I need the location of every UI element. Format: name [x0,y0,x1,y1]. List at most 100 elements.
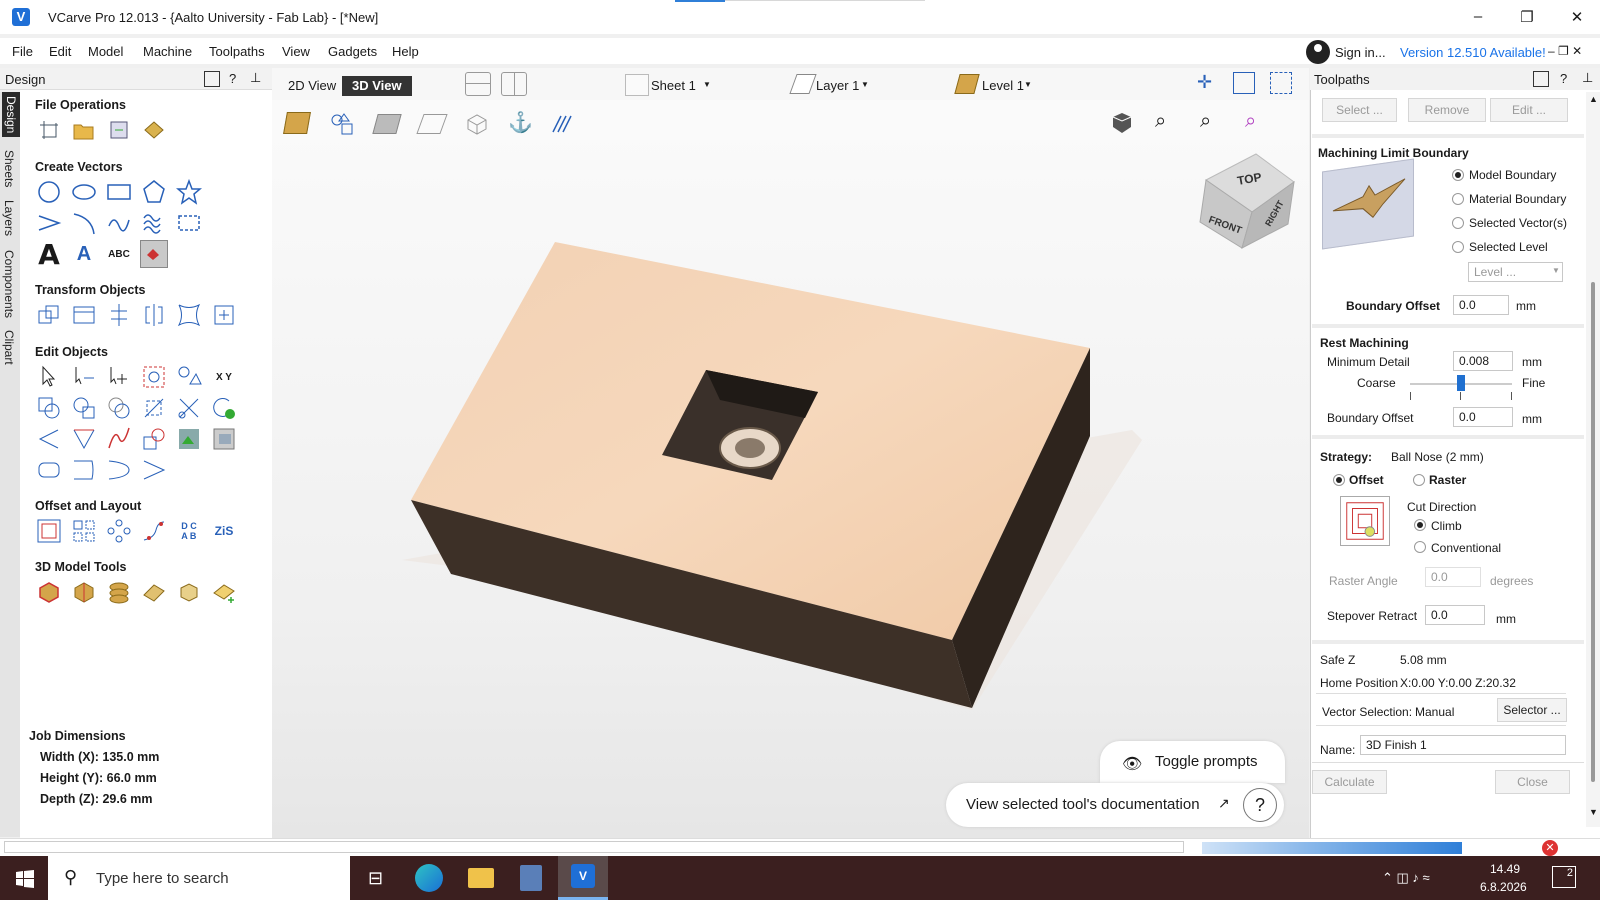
taskbar-search-box[interactable]: ⚲ Type here to search [48,856,350,900]
clock-time[interactable]: 14.49 [1490,862,1520,876]
sheet-chevron-icon[interactable]: ▼ [703,80,711,89]
level-select[interactable]: Level ... [1468,262,1563,282]
measure-xy-icon[interactable]: X Y [210,363,238,391]
scroll-down-icon[interactable]: ▼ [1589,807,1598,817]
menu-file[interactable]: File [12,44,33,59]
detail-slider-thumb[interactable] [1457,375,1465,391]
minimize-button[interactable]: – [1463,8,1493,28]
tab-2d-view[interactable]: 2D View [278,76,346,96]
calculator-icon[interactable] [520,865,542,891]
maximize-button[interactable]: ❐ [1512,8,1542,28]
vcarve-taskbar-button[interactable]: V [558,856,608,900]
model-slice-icon[interactable] [70,578,98,606]
close-button[interactable]: ✕ [1562,8,1592,28]
draw-circle-icon[interactable] [35,178,63,206]
selected-vectors-radio[interactable] [1452,217,1464,229]
sheet-dropdown[interactable]: Sheet 1 [651,78,696,93]
layer-dropdown[interactable]: Layer 1 [816,78,859,93]
block-layout-icon[interactable]: D CA B [175,517,203,545]
selected-level-radio[interactable] [1452,241,1464,253]
toolpaths-scrollbar[interactable]: ▲ ▼ [1586,92,1600,827]
material-boundary-radio[interactable] [1452,193,1464,205]
notifications-icon[interactable]: 2 [1552,866,1576,888]
tab-sheets[interactable]: Sheets [2,150,16,187]
rest-boundary-offset-input[interactable]: 0.0 [1453,407,1513,427]
tab-design[interactable]: Design [2,92,20,138]
select-similar-icon[interactable] [175,363,203,391]
draw-polygon-icon[interactable] [140,178,168,206]
set-size-icon[interactable] [70,301,98,329]
select-toolpath-button[interactable]: Select ... [1322,98,1397,122]
level-dropdown[interactable]: Level 1 [982,78,1024,93]
help-circle-icon[interactable]: ? [1243,788,1277,822]
close-toolpath-button[interactable]: Close [1495,770,1570,794]
model-tile-icon[interactable] [140,578,168,606]
trace-bitmap-icon[interactable] [140,240,168,268]
toggle-prompts-button[interactable]: 👁 Toggle prompts [1100,741,1285,783]
offset-strategy-radio[interactable] [1333,474,1345,486]
text-on-curve-icon[interactable]: ABC [105,240,133,268]
clock-date[interactable]: 6.8.2026 [1480,880,1527,894]
tab-components[interactable]: Components [2,250,16,318]
weld-icon[interactable] [35,394,63,422]
align-icon[interactable] [105,301,133,329]
3d-scene[interactable] [272,100,1309,838]
offset-corner-icon[interactable] [70,456,98,484]
cancel-progress-icon[interactable]: ✕ [1542,840,1558,856]
restore-down-icon[interactable]: – ❐ ✕ [1548,44,1582,58]
array-copy-icon[interactable] [70,517,98,545]
tab-clipart[interactable]: Clipart [2,330,16,365]
toolpaths-autohide-icon[interactable] [1533,71,1549,87]
menu-edit[interactable]: Edit [49,44,71,59]
menu-gadgets[interactable]: Gadgets [328,44,377,59]
detail-slider[interactable] [1410,375,1512,391]
split-vertical-icon[interactable] [501,72,527,96]
windows-start-icon[interactable] [16,870,34,888]
draw-curve-icon[interactable] [105,209,133,237]
node-edit-icon[interactable] [70,363,98,391]
climb-radio[interactable] [1414,519,1426,531]
offset-icon[interactable] [35,517,63,545]
level-select-chevron-icon[interactable]: ▼ [1552,266,1560,275]
tab-3d-view[interactable]: 3D View [342,76,412,96]
fillet-icon[interactable] [35,425,63,453]
draw-star-icon[interactable] [175,178,203,206]
scroll-up-icon[interactable]: ▲ [1589,94,1598,104]
bitmap-icon[interactable] [210,425,238,453]
trim-icon[interactable] [140,394,168,422]
menu-help[interactable]: Help [392,44,419,59]
nesting-icon[interactable]: ZiS [210,517,238,545]
scroll-thumb[interactable] [1591,282,1595,782]
toolpaths-pin-icon[interactable]: ⊥ [1582,70,1593,86]
boundary-offset-input[interactable]: 0.0 [1453,295,1509,315]
draw-text-icon[interactable]: A [35,238,63,271]
extend-icon[interactable] [140,425,168,453]
model-cube-icon[interactable] [35,578,63,606]
view-orientation-cube[interactable]: TOP FRONT RIGHT [1198,152,1302,256]
model-boundary-radio[interactable] [1452,169,1464,181]
draw-wave-icon[interactable] [140,209,168,237]
bezier-icon[interactable] [105,456,133,484]
edit-toolpath-button[interactable]: Edit ... [1490,98,1568,122]
level-chevron-icon[interactable]: ▼ [1024,80,1032,89]
draw-rectangle-icon[interactable] [105,178,133,206]
layer-chevron-icon[interactable]: ▼ [861,80,869,89]
image-align-icon[interactable] [175,425,203,453]
model-box-icon[interactable] [175,578,203,606]
distort-icon[interactable] [175,301,203,329]
interactive-select-icon[interactable] [140,363,168,391]
panel-autohide-icon[interactable] [204,71,220,87]
job-setup-icon[interactable] [35,116,63,144]
close-vectors-icon[interactable] [210,394,238,422]
toolpath-name-input[interactable]: 3D Finish 1 [1360,735,1566,755]
subtract-icon[interactable] [70,394,98,422]
user-icon[interactable] [1306,40,1330,64]
open-file-icon[interactable] [70,116,98,144]
dimensions-icon[interactable] [175,209,203,237]
model-stack-icon[interactable] [105,578,133,606]
min-detail-input[interactable]: 0.008 [1453,351,1513,371]
draw-line-icon[interactable] [35,209,63,237]
version-available-link[interactable]: Version 12.510 Available! [1400,45,1546,60]
task-view-icon[interactable]: ⊟ [368,868,383,889]
move-icon[interactable] [35,301,63,329]
